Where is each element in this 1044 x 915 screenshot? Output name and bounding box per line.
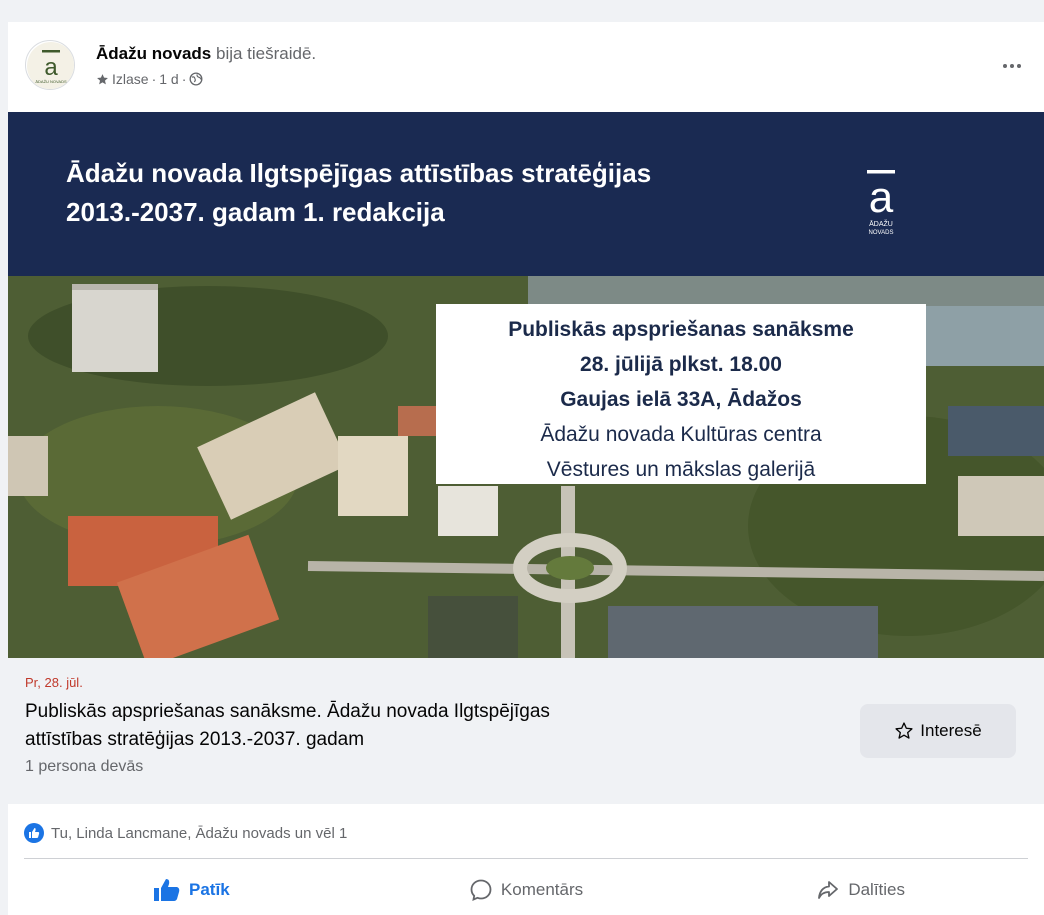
dot-icon (1003, 64, 1007, 68)
adazu-logo-icon: a ĀDAŽU NOVADS (867, 170, 895, 236)
comment-button[interactable]: Komentārs (359, 867, 694, 913)
post-actions-bar: Patīk Komentārs Dalīties (24, 867, 1028, 913)
banner-title: Ādažu novada Ilgtspējīgas attīstības str… (66, 154, 846, 232)
divider (24, 858, 1028, 859)
share-label: Dalīties (848, 880, 906, 899)
interested-button[interactable]: Interesē (860, 704, 1016, 758)
event-info-overlay: Publiskās apspriešanas sanāksme 28. jūli… (436, 304, 926, 484)
post-header: a ĀDAŽU NOVADS Ādažu novads bija tiešrai… (8, 22, 1044, 112)
like-label: Patīk (189, 880, 230, 899)
event-attendance: 1 persona devās (25, 758, 144, 775)
page-avatar[interactable]: a ĀDAŽU NOVADS (25, 40, 75, 90)
reactions-text: Tu, Linda Lancmane, Ādažu novads un vēl … (51, 824, 348, 842)
live-video-banner[interactable]: Ādažu novada Ilgtspējīgas attīstības str… (8, 112, 1044, 276)
thumbs-up-icon (154, 879, 180, 901)
like-button[interactable]: Patīk (24, 867, 359, 913)
author-line: Ādažu novads bija tiešraidē. (96, 44, 316, 64)
share-icon (818, 881, 839, 899)
banner-title-line: 2013.-2037. gadam 1. redakcija (66, 197, 445, 227)
interested-label: Interesē (920, 721, 982, 740)
aerial-photo[interactable]: Publiskās apspriešanas sanāksme 28. jūli… (8, 276, 1044, 658)
comment-icon (470, 879, 492, 901)
star-outline-icon (895, 722, 913, 739)
author-action-text: bija tiešraidē. (215, 44, 317, 63)
banner-logo-text: NOVADS (869, 230, 894, 236)
overlay-line: 28. jūlijā plkst. 18.00 (580, 353, 782, 376)
logo-small-text: ĀDAŽU NOVADS (35, 79, 67, 84)
meta-separator: · (181, 71, 187, 87)
reactions-summary[interactable]: Tu, Linda Lancmane, Ādažu novads un vēl … (24, 818, 347, 848)
author-name-link[interactable]: Ādažu novads (96, 44, 211, 63)
event-title-line: Publiskās apspriešanas sanāksme. Ādažu n… (25, 701, 550, 722)
svg-text:a: a (44, 54, 58, 81)
overlay-line: Publiskās apspriešanas sanāksme (508, 318, 854, 341)
post-card: a ĀDAŽU NOVADS Ādažu novads bija tiešrai… (8, 22, 1044, 915)
event-title[interactable]: Publiskās apspriešanas sanāksme. Ādažu n… (25, 698, 785, 754)
svg-text:a: a (869, 173, 894, 222)
like-reaction-icon (24, 823, 44, 843)
audience-label[interactable]: Izlase (112, 71, 149, 87)
meta-separator: · (151, 71, 157, 87)
event-title-line: attīstības stratēģijas 2013.-2037. gadam (25, 729, 365, 750)
banner-logo-text: ĀDAŽU (869, 219, 893, 228)
event-details[interactable]: Pr, 28. jūl. Publiskās apspriešanas sanā… (8, 658, 1044, 804)
dot-icon (1010, 64, 1014, 68)
post-meta: Izlase · 1 d · (96, 71, 203, 87)
share-button[interactable]: Dalīties (693, 867, 1028, 913)
thumbs-up-icon (29, 828, 40, 838)
overlay-line: Vēstures un mākslas galerijā (546, 458, 816, 481)
star-icon (97, 73, 108, 84)
event-date: Pr, 28. jūl. (25, 675, 83, 690)
adazu-logo-icon: a ĀDAŽU NOVADS (27, 42, 74, 89)
overlay-line: Ādažu novada Kultūras centra (540, 423, 822, 446)
globe-icon[interactable] (189, 72, 203, 86)
dot-icon (1017, 64, 1021, 68)
comment-label: Komentārs (500, 880, 584, 899)
overlay-line: Gaujas ielā 33A, Ādažos (560, 388, 802, 411)
post-time-link[interactable]: 1 d (159, 71, 178, 87)
banner-title-line: Ādažu novada Ilgtspējīgas attīstības str… (66, 158, 652, 188)
more-options-button[interactable] (994, 52, 1030, 80)
